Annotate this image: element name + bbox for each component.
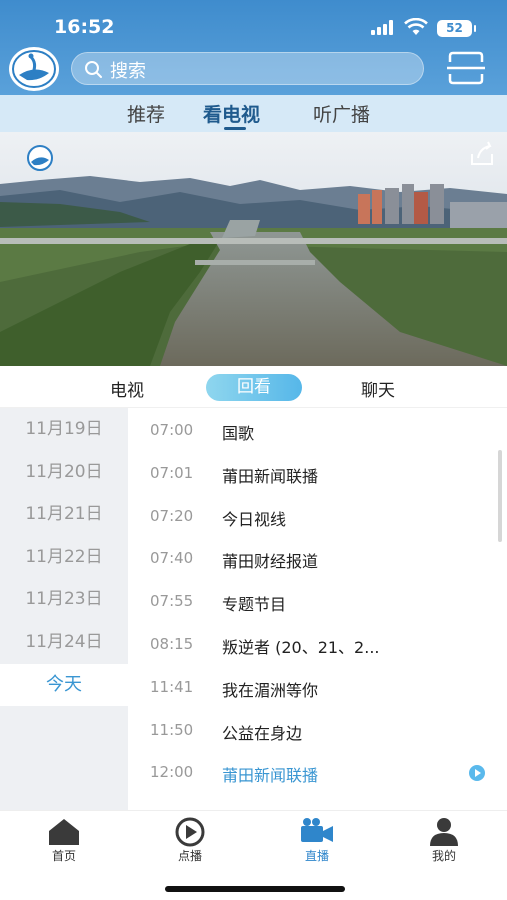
program-row[interactable]: 08:15 叛逆者 (20、21、2... [128, 622, 507, 665]
status-time: 16:52 [54, 16, 115, 38]
program-name: 莆田新闻联播 [222, 466, 319, 486]
wifi-icon [404, 18, 428, 35]
program-name: 莆田财经报道 [222, 552, 319, 572]
program-name: 莆田新闻联播 [222, 766, 319, 786]
home-indicator [165, 886, 345, 892]
program-name: 专题节目 [222, 595, 287, 615]
program-row[interactable]: 07:20 今日视线 [128, 494, 507, 537]
video-player[interactable] [0, 132, 507, 366]
tab-watch-tv[interactable]: 看电视 [203, 100, 260, 127]
nav-home[interactable]: 首页 [24, 811, 104, 871]
sub-tabs: 电视 回看 聊天 [0, 366, 507, 408]
date-item[interactable]: 11月19日 [0, 408, 128, 451]
subtab-replay[interactable]: 回看 [206, 374, 302, 401]
date-item[interactable]: 11月22日 [0, 536, 128, 579]
nav-vod-label: 点播 [177, 849, 202, 863]
tab-radio[interactable]: 听广播 [313, 100, 370, 127]
tab-recommend[interactable]: 推荐 [127, 100, 165, 127]
program-name: 叛逆者 (20、21、2... [222, 637, 380, 657]
program-row[interactable]: 11:50 公益在身边 [128, 708, 507, 751]
home-icon [49, 819, 79, 845]
date-item[interactable]: 11月23日 [0, 578, 128, 621]
person-icon [430, 818, 458, 846]
active-tab-indicator [224, 127, 246, 130]
nav-profile[interactable]: 我的 [404, 811, 484, 871]
program-row[interactable]: 11:41 我在湄洲等你 [128, 665, 507, 708]
program-time: 07:01 [150, 463, 194, 482]
nav-vod[interactable]: 点播 [150, 811, 230, 871]
date-item[interactable]: 11月24日 [0, 621, 128, 664]
nav-home-label: 首页 [51, 849, 76, 863]
program-time: 12:00 [150, 763, 194, 782]
program-row[interactable]: 07:40 莆田财经报道 [128, 536, 507, 579]
station-logo[interactable] [9, 47, 59, 91]
subtab-chat[interactable]: 聊天 [361, 376, 395, 401]
program-time: 11:41 [150, 677, 194, 696]
date-list: 11月19日 11月20日 11月21日 11月22日 11月23日 11月24… [0, 408, 128, 810]
search-icon [85, 61, 102, 78]
play-circle-icon [175, 817, 205, 847]
program-name: 我在湄洲等你 [222, 680, 319, 700]
program-time: 08:15 [150, 634, 194, 653]
program-row[interactable]: 07:55 专题节目 [128, 579, 507, 622]
signal-icon [371, 20, 397, 35]
program-time: 11:50 [150, 720, 194, 739]
program-row[interactable]: 07:00 国歌 [128, 408, 507, 451]
program-list: 07:00 国歌 07:01 莆田新闻联播 07:20 今日视线 07:40 莆… [128, 408, 507, 810]
nav-profile-label: 我的 [431, 849, 456, 863]
channel-watermark-icon [27, 145, 53, 171]
app-header: 16:52 52 搜索 [0, 0, 507, 95]
program-row-live[interactable]: 12:00 莆田新闻联播 [128, 750, 507, 793]
program-row[interactable]: 07:01 莆田新闻联播 [128, 451, 507, 494]
search-input[interactable]: 搜索 [110, 57, 146, 83]
program-list-scrollbar[interactable] [498, 450, 502, 542]
program-time: 07:55 [150, 592, 194, 611]
search-bar[interactable]: 搜索 [71, 52, 424, 85]
program-time: 07:00 [150, 421, 194, 439]
nav-live-label: 直播 [304, 849, 329, 863]
program-name: 今日视线 [222, 509, 287, 529]
video-camera-icon [301, 818, 333, 842]
date-item[interactable]: 11月20日 [0, 451, 128, 494]
channel-tabs: 推荐 看电视 听广播 [0, 95, 507, 132]
date-item[interactable]: 11月21日 [0, 493, 128, 536]
now-playing-icon [469, 765, 485, 782]
nav-live[interactable]: 直播 [277, 811, 357, 871]
program-time: 07:20 [150, 506, 194, 525]
program-name: 国歌 [222, 424, 255, 443]
program-time: 07:40 [150, 549, 194, 568]
program-name: 公益在身边 [222, 723, 303, 743]
battery-icon: 52 [437, 20, 476, 37]
scan-icon[interactable] [446, 50, 486, 86]
status-bar: 16:52 52 [0, 0, 507, 50]
date-item-today[interactable]: 今天 [0, 663, 128, 707]
subtab-tv[interactable]: 电视 [110, 376, 144, 401]
